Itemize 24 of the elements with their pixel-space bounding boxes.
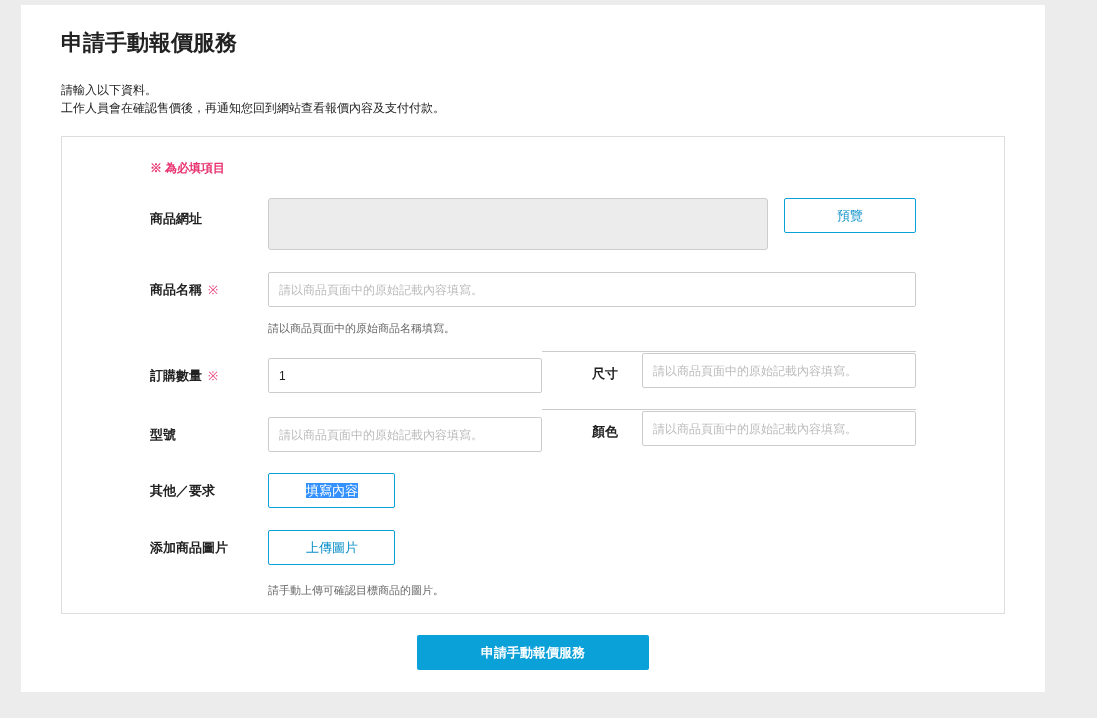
field-label: 商品名稱 [150,280,202,299]
field-label: 其他／要求 [150,481,215,500]
upload-image-button[interactable]: 上傳圖片 [268,530,395,565]
text-field[interactable]: 1 [268,358,542,393]
intro-text: 工作人員會在確認售價後，再通知您回到網站查看報價內容及支付付款。 [61,100,445,117]
field-label: 顏色 [592,424,618,439]
hint-text: 請以商品頁面中的原始商品名稱填寫。 [268,322,455,334]
intro-text: 請輸入以下資料。 [61,82,157,99]
field-label: 添加商品圖片 [150,538,228,557]
field-label: 尺寸 [592,366,618,381]
text-field[interactable]: 請以商品頁面中的原始記載內容填寫。 [268,417,542,452]
text-field[interactable]: 請以商品頁面中的原始記載內容填寫。 [642,411,916,446]
field-label: 商品網址 [150,211,202,226]
required-mark: ※ [208,367,218,385]
field-label: 訂購數量 [150,366,202,385]
required-mark: ※ [208,281,218,299]
submit-button[interactable]: 申請手動報價服務 [417,635,649,670]
text-field[interactable]: 請以商品頁面中的原始記載內容填寫。 [642,353,916,388]
hint-text: 請手動上傳可確認目標商品的圖片。 [268,584,444,596]
text-field[interactable]: 請以商品頁面中的原始記載內容填寫。 [268,272,916,307]
required-note: ※ 為必填項目 [150,161,226,175]
page-title: 申請手動報價服務 [61,29,238,57]
fill-in-button[interactable]: 填寫內容 [268,473,395,508]
field-label: 型號 [150,425,176,444]
